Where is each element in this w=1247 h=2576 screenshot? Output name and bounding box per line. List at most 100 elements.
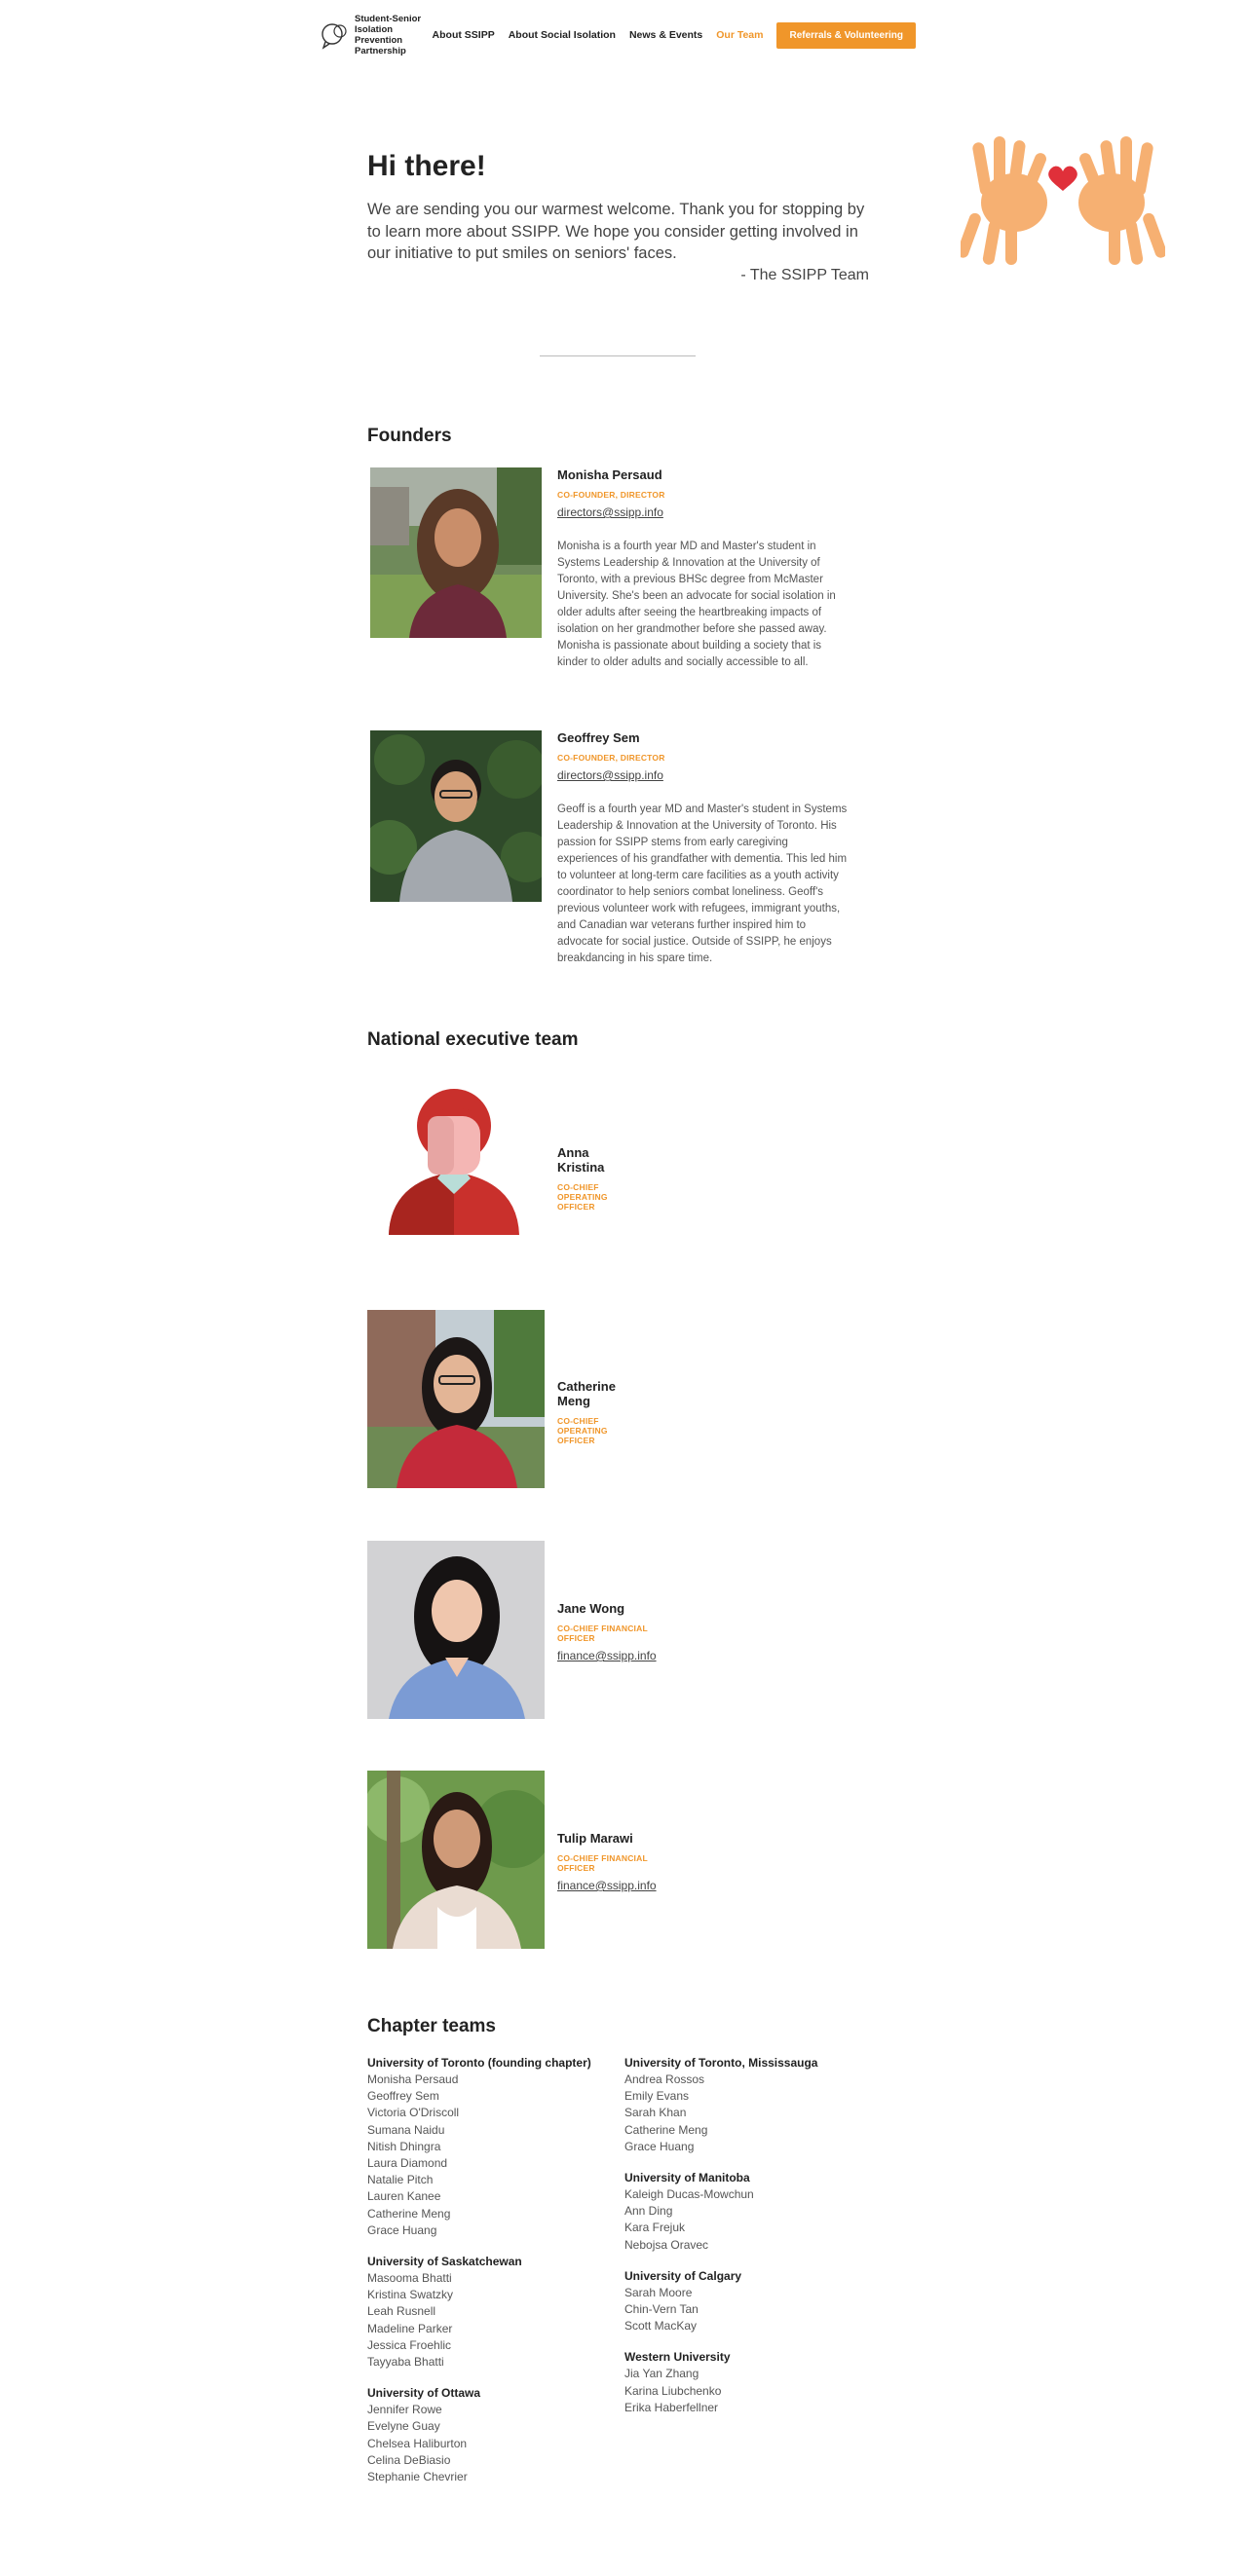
chapter-member: Andrea Rossos	[624, 2072, 705, 2086]
chapter-member: Geoffrey Sem	[367, 2089, 439, 2104]
chapter-member: Jia Yan Zhang	[624, 2367, 699, 2381]
chapter-member: Kristina Swatzky	[367, 2288, 454, 2302]
chapter-name: Western University	[624, 2350, 731, 2365]
founder-photo	[370, 730, 542, 902]
person-role: CO-FOUNDER, DIRECTOR	[557, 753, 665, 763]
executive-photo	[367, 1541, 545, 1719]
chapter-group: University of Toronto (founding chapter)…	[367, 2055, 624, 2239]
chapter-name: University of Toronto, Mississauga	[624, 2056, 818, 2070]
chapter-group: University of Ottawa Jennifer Rowe Evelyne…	[367, 2385, 624, 2485]
nav-our-team[interactable]: Our Team	[716, 29, 763, 41]
person-name: Geoffrey Sem	[557, 730, 640, 745]
person-name: Anna Kristina	[557, 1145, 605, 1175]
chapter-member: Chelsea Haliburton	[367, 2436, 468, 2450]
page-title: Hi there!	[367, 150, 486, 182]
chapter-member: Masooma Bhatti	[367, 2271, 452, 2286]
person-role: CO-CHIEF OPERATING OFFICER	[557, 1416, 608, 1445]
site-header: Student-Senior Isolation Prevention Part…	[320, 14, 916, 56]
chapter-member: Lauren Kanee	[367, 2189, 441, 2204]
logo-line: Student-Senior	[355, 14, 422, 24]
chapter-member: Stephanie Chevrier	[367, 2470, 468, 2484]
chapter-member: Scott MacKay	[624, 2319, 698, 2333]
chapter-member: Madeline Parker	[367, 2321, 453, 2335]
chapter-group: University of Calgary Sarah Moore Chin-Ver…	[624, 2268, 882, 2335]
person-name: Monisha Persaud	[557, 467, 662, 482]
person-bio: Geoff is a fourth year MD and Master's s…	[557, 803, 848, 964]
chapter-name: University of Saskatchewan	[367, 2255, 522, 2269]
chapter-member: Catherine Meng	[367, 2206, 451, 2221]
chapter-member: Ann Ding	[624, 2204, 673, 2219]
chapter-group: Western University Jia Yan Zhang Karina Li…	[624, 2349, 882, 2416]
nav-about-social-isolation[interactable]: About Social Isolation	[509, 29, 616, 41]
chapter-member: Kaleigh Ducas-Mowchun	[624, 2187, 754, 2202]
person-role: CO-FOUNDER, DIRECTOR	[557, 490, 665, 500]
chapter-member: Erika Haberfellner	[624, 2400, 719, 2414]
executive-photo	[367, 1771, 545, 1949]
chapter-member: Karina Liubchenko	[624, 2383, 722, 2398]
chapter-group: University of Manitoba Kaleigh Ducas-Mowc…	[624, 2170, 882, 2254]
chapter-member: Leah Rusnell	[367, 2304, 436, 2319]
chapter-name: University of Manitoba	[624, 2171, 750, 2185]
founder-info: Monisha Persaud CO-FOUNDER, DIRECTOR dir…	[557, 467, 850, 671]
chapter-member: Chin-Vern Tan	[624, 2302, 699, 2317]
founder-photo	[370, 467, 542, 638]
chapter-member: Kara Frejuk	[624, 2221, 686, 2235]
chapter-member: Tayyaba Bhatti	[367, 2355, 444, 2370]
executive-info: Anna Kristina CO-CHIEF OPERATING OFFICER	[557, 1145, 608, 1212]
person-email-link[interactable]: directors@ssipp.info	[557, 768, 663, 782]
chapters-right-column: University of Toronto, Mississauga Andrea…	[624, 2055, 882, 2500]
logo-line: Isolation Prevention	[355, 24, 403, 46]
person-role: CO-CHIEF FINANCIAL OFFICER	[557, 1624, 648, 1643]
welcome-signature: - The SSIPP Team	[740, 267, 869, 283]
person-name: Catherine Meng	[557, 1379, 616, 1408]
logo-icon	[321, 23, 347, 50]
person-email-link[interactable]: finance@ssipp.info	[557, 1649, 657, 1662]
site-logo[interactable]: Student-Senior Isolation Prevention Part…	[320, 14, 423, 56]
logo-text: Student-Senior Isolation Prevention Part…	[355, 14, 423, 56]
chapters-left-column: University of Toronto (founding chapter)…	[367, 2055, 624, 2500]
executive-photo	[367, 1310, 545, 1488]
chapter-member: Evelyne Guay	[367, 2419, 440, 2434]
executive-heading: National executive team	[367, 1029, 579, 1050]
chapter-member: Jennifer Rowe	[367, 2403, 442, 2417]
chapter-member: Monisha Persaud	[367, 2072, 459, 2086]
chapter-teams: University of Toronto (founding chapter)…	[367, 2055, 913, 2500]
chapter-member: Catherine Meng	[624, 2122, 708, 2137]
logo-line: Partnership	[355, 46, 406, 56]
chapter-member: Nitish Dhingra	[367, 2139, 441, 2153]
person-role: CO-CHIEF FINANCIAL OFFICER	[557, 1853, 648, 1873]
referrals-volunteering-button[interactable]: Referrals & Volunteering	[776, 21, 916, 49]
chapter-member: Sumana Naidu	[367, 2122, 445, 2137]
chapter-member: Nebojsa Oravec	[624, 2237, 709, 2252]
section-divider	[540, 355, 696, 356]
chapter-member: Celina DeBiasio	[367, 2452, 451, 2467]
chapter-member: Grace Huang	[624, 2139, 695, 2153]
executive-info: Tulip Marawi CO-CHIEF FINANCIAL OFFICER …	[557, 1831, 657, 1894]
welcome-text: We are sending you our warmest welcome. …	[367, 201, 865, 262]
hands-heart-illustration	[957, 134, 1167, 271]
person-role: CO-CHIEF OPERATING OFFICER	[557, 1182, 608, 1212]
chapter-name: University of Toronto (founding chapter)	[367, 2056, 591, 2070]
chapter-name: University of Calgary	[624, 2268, 742, 2283]
person-name: Jane Wong	[557, 1601, 625, 1616]
chapter-member: Victoria O'Driscoll	[367, 2106, 460, 2120]
chapter-name: University of Ottawa	[367, 2386, 481, 2401]
chapter-member: Sarah Moore	[624, 2285, 693, 2299]
chapter-member: Grace Huang	[367, 2222, 437, 2237]
chapter-group: University of Saskatchewan Masooma Bhatti…	[367, 2254, 624, 2371]
executive-info: Catherine Meng CO-CHIEF OPERATING OFFICE…	[557, 1379, 616, 1445]
nav-news-events[interactable]: News & Events	[629, 29, 702, 41]
default-avatar-icon	[381, 1089, 527, 1235]
chapter-group: University of Toronto, Mississauga Andrea…	[624, 2055, 882, 2155]
nav-about-ssipp[interactable]: About SSIPP	[433, 29, 495, 41]
chapter-member: Laura Diamond	[367, 2156, 448, 2171]
chapter-member: Sarah Khan	[624, 2106, 687, 2120]
chapter-member: Jessica Froehlic	[367, 2337, 452, 2352]
person-bio: Monisha is a fourth year MD and Master's…	[557, 541, 836, 668]
person-email-link[interactable]: directors@ssipp.info	[557, 505, 663, 519]
main-nav: About SSIPP About Social Isolation News …	[433, 21, 916, 49]
executive-info: Jane Wong CO-CHIEF FINANCIAL OFFICER fin…	[557, 1601, 657, 1664]
person-email-link[interactable]: finance@ssipp.info	[557, 1879, 657, 1892]
founders-heading: Founders	[367, 426, 452, 446]
chapter-member: Natalie Pitch	[367, 2173, 434, 2187]
